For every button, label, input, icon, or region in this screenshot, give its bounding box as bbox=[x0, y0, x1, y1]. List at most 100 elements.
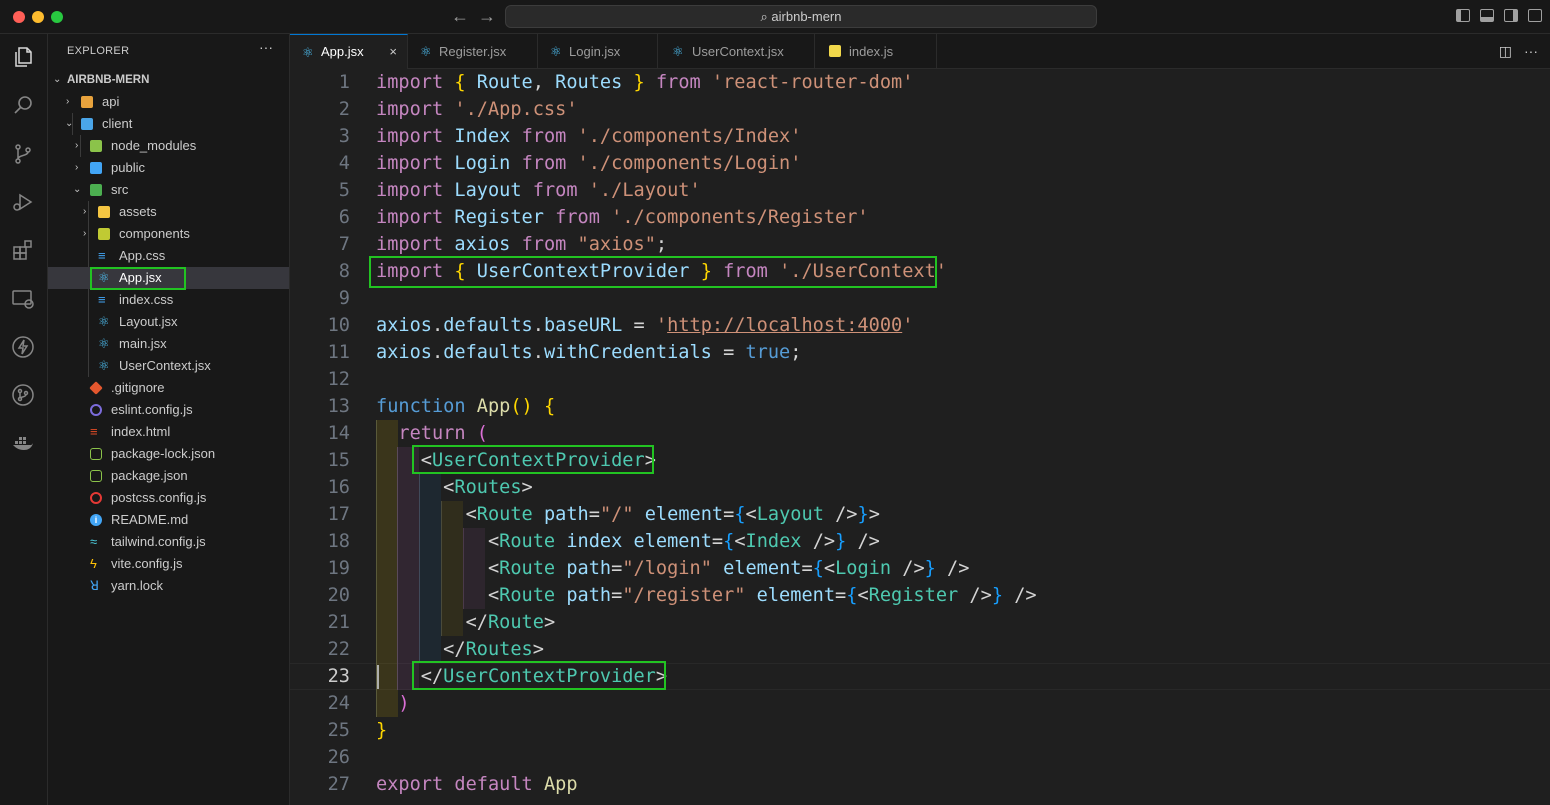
code-line[interactable]: 1 import { Route, Routes } from 'react-ro… bbox=[290, 69, 1550, 96]
workspace-root[interactable]: ⌄ AIRBNB-MERN bbox=[48, 69, 289, 91]
tree-file-readme[interactable]: i README.md bbox=[48, 509, 289, 531]
tab-app-jsx[interactable]: ⚛ App.jsx × bbox=[290, 34, 408, 69]
code-line[interactable]: 24 ) bbox=[290, 690, 1550, 717]
code-line[interactable]: 22 </Routes> bbox=[290, 636, 1550, 663]
code-line[interactable]: 27 export default App bbox=[290, 771, 1550, 798]
code-line[interactable]: 14 return ( bbox=[290, 420, 1550, 447]
tree-folder-public[interactable]: › public bbox=[48, 157, 289, 179]
code-token: > bbox=[521, 477, 533, 498]
tab-label: UserContext.jsx bbox=[692, 44, 784, 59]
tree-file-package-lock[interactable]: package-lock.json bbox=[48, 443, 289, 465]
tree-file-app-css[interactable]: ≡ App.css bbox=[48, 245, 289, 267]
line-number: 11 bbox=[327, 342, 350, 363]
line-number: 20 bbox=[327, 585, 350, 606]
code-line[interactable]: 26 bbox=[290, 744, 1550, 771]
tree-folder-src[interactable]: ⌄ src bbox=[48, 179, 289, 201]
tab-register-jsx[interactable]: ⚛ Register.jsx bbox=[408, 34, 538, 69]
code-line[interactable]: 18 <Route index element={<Index />} /> bbox=[290, 528, 1550, 555]
run-debug-icon[interactable] bbox=[10, 189, 36, 215]
explorer-icon[interactable] bbox=[10, 44, 36, 70]
tree-file-usercontext-jsx[interactable]: ⚛ UserContext.jsx bbox=[48, 355, 289, 377]
thunder-client-icon[interactable] bbox=[10, 334, 36, 360]
command-center-search[interactable]: ⌕ airbnb-mern bbox=[505, 5, 1097, 28]
workspace-root-label: AIRBNB-MERN bbox=[67, 74, 150, 86]
search-icon[interactable] bbox=[10, 92, 36, 118]
tree-file-postcss-config[interactable]: postcss.config.js bbox=[48, 487, 289, 509]
tree-file-yarn-lock[interactable]: ꓤ yarn.lock bbox=[48, 575, 289, 597]
code-text: import axios from "axios"; bbox=[376, 231, 667, 258]
tab-usercontext-jsx[interactable]: ⚛ UserContext.jsx bbox=[658, 34, 815, 69]
minimize-window-button[interactable] bbox=[32, 11, 44, 23]
layout-controls bbox=[1456, 9, 1542, 22]
docker-icon[interactable] bbox=[10, 430, 36, 456]
zoom-window-button[interactable] bbox=[51, 11, 63, 23]
more-actions-icon[interactable]: ··· bbox=[259, 39, 273, 55]
source-control-icon[interactable] bbox=[10, 141, 36, 167]
extensions-icon[interactable] bbox=[10, 237, 36, 263]
code-line[interactable]: 21 </Route> bbox=[290, 609, 1550, 636]
code-line[interactable]: 25} bbox=[290, 717, 1550, 744]
tree-file-index-html[interactable]: ≡ index.html bbox=[48, 421, 289, 443]
tab-login-jsx[interactable]: ⚛ Login.jsx bbox=[538, 34, 658, 69]
toggle-primary-sidebar-icon[interactable] bbox=[1456, 9, 1470, 22]
more-actions-icon[interactable]: ··· bbox=[1524, 43, 1538, 60]
close-window-button[interactable] bbox=[13, 11, 25, 23]
tree-file-tailwind-config[interactable]: ≈ tailwind.config.js bbox=[48, 531, 289, 553]
code-token: './components/Index' bbox=[577, 126, 802, 147]
code-line[interactable]: 17 <Route path="/" element={<Layout />}> bbox=[290, 501, 1550, 528]
code-token: import bbox=[376, 99, 444, 120]
line-number: 25 bbox=[327, 720, 350, 741]
line-number: 7 bbox=[338, 234, 350, 255]
customize-layout-icon[interactable] bbox=[1528, 9, 1542, 22]
code-line[interactable]: 3 import Index from './components/Index' bbox=[290, 123, 1550, 150]
code-token: Index bbox=[454, 126, 511, 147]
folder-icon bbox=[81, 96, 93, 108]
tree-file-vite-config[interactable]: ϟ vite.config.js bbox=[48, 553, 289, 575]
tree-label: public bbox=[111, 160, 145, 175]
code-token: from bbox=[521, 153, 567, 174]
code-line[interactable]: 16 <Routes> bbox=[290, 474, 1550, 501]
tree-folder-components[interactable]: › components bbox=[48, 223, 289, 245]
git-graph-icon[interactable] bbox=[10, 382, 36, 408]
code-line[interactable]: 9 bbox=[290, 285, 1550, 312]
tree-file-main-jsx[interactable]: ⚛ main.jsx bbox=[48, 333, 289, 355]
code-line[interactable]: 11 axios.defaults.withCredentials = true; bbox=[290, 339, 1550, 366]
toggle-panel-icon[interactable] bbox=[1480, 9, 1494, 22]
arrow-right-icon[interactable]: → bbox=[478, 6, 496, 26]
toggle-secondary-sidebar-icon[interactable] bbox=[1504, 9, 1518, 22]
code-line[interactable]: 20 <Route path="/register" element={<Reg… bbox=[290, 582, 1550, 609]
line-number: 2 bbox=[338, 99, 350, 120]
tree-file-layout-jsx[interactable]: ⚛ Layout.jsx bbox=[48, 311, 289, 333]
remote-explorer-icon[interactable] bbox=[10, 286, 36, 312]
tree-folder-client[interactable]: ⌄ client bbox=[48, 113, 289, 135]
tree-file-gitignore[interactable]: .gitignore bbox=[48, 377, 289, 399]
code-line[interactable]: 10 axios.defaults.baseURL = 'http://local… bbox=[290, 312, 1550, 339]
code-editor[interactable]: 1 import { Route, Routes } from 'react-ro… bbox=[290, 69, 1550, 805]
tree-file-eslint-config[interactable]: eslint.config.js bbox=[48, 399, 289, 421]
code-token: } bbox=[991, 585, 1004, 606]
tree-folder-assets[interactable]: › assets bbox=[48, 201, 289, 223]
tab-index-js[interactable]: index.js bbox=[815, 34, 937, 69]
tree-folder-api[interactable]: › api bbox=[48, 91, 289, 113]
tree-file-index-css[interactable]: ≡ index.css bbox=[48, 289, 289, 311]
tree-file-package-json[interactable]: package.json bbox=[48, 465, 289, 487]
split-editor-icon[interactable]: ◫ bbox=[1499, 43, 1512, 60]
code-line[interactable]: 5 import Layout from './Layout' bbox=[290, 177, 1550, 204]
code-line[interactable]: 13 function App() { bbox=[290, 393, 1550, 420]
code-line[interactable]: 6 import Register from './components/Regi… bbox=[290, 204, 1550, 231]
code-line[interactable]: 2 import './App.css' bbox=[290, 96, 1550, 123]
tree-folder-node-modules[interactable]: › node_modules bbox=[48, 135, 289, 157]
git-file-icon bbox=[89, 381, 103, 395]
code-line[interactable]: 12 bbox=[290, 366, 1550, 393]
arrow-left-icon[interactable]: ← bbox=[451, 6, 469, 26]
code-line[interactable]: 19 <Route path="/login" element={<Login … bbox=[290, 555, 1550, 582]
close-icon[interactable]: × bbox=[389, 35, 397, 68]
code-line[interactable]: 7 import axios from "axios"; bbox=[290, 231, 1550, 258]
code-line[interactable]: 4 import Login from './components/Login' bbox=[290, 150, 1550, 177]
css-file-icon: ≡ bbox=[98, 292, 106, 307]
